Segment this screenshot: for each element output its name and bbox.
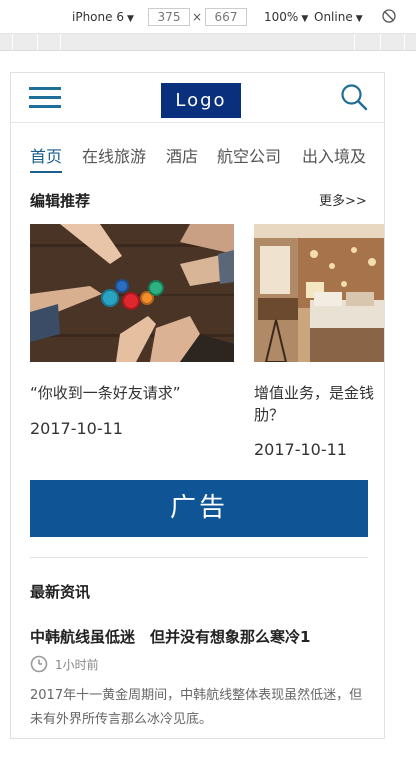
card-title[interactable]: 增值业务，是金钱 肋？ (254, 382, 384, 426)
tab-entry-exit[interactable]: 出入境及 (302, 143, 366, 167)
news-time: 1小时前 (55, 658, 99, 672)
ruler-tick (12, 34, 13, 50)
network-select[interactable]: Online ▼ (314, 10, 363, 24)
menu-icon[interactable] (29, 87, 61, 109)
network-value: Online (314, 10, 353, 24)
ruler-tick (354, 34, 355, 50)
clock-icon (30, 655, 48, 673)
device-name: iPhone 6 (72, 10, 124, 24)
search-icon[interactable] (340, 83, 368, 111)
ruler-tick (37, 34, 38, 50)
phone-viewport: Logo 首页 在线旅游 酒店 航空公司 出入境及 编辑推荐 更多>> “你收到… (10, 72, 385, 739)
card-image[interactable] (254, 224, 384, 362)
card-image[interactable] (30, 224, 234, 362)
site-header: Logo (11, 73, 384, 123)
rotate-icon[interactable] (382, 9, 396, 23)
ruler-tick (380, 34, 381, 50)
category-tabs: 首页 在线旅游 酒店 航空公司 出入境及 (11, 123, 384, 175)
tab-hotel[interactable]: 酒店 (166, 143, 198, 167)
tab-online-travel[interactable]: 在线旅游 (82, 143, 146, 167)
chevron-down-icon: ▼ (355, 14, 363, 24)
device-select[interactable]: iPhone 6 ▼ (72, 10, 134, 24)
section-title: 最新资讯 (30, 583, 91, 601)
news-summary: 2017年十一黄金周期间，中韩航线整体表现虽然低迷，但未有外界所传言那么冰冷见底… (30, 688, 363, 727)
ruler-tick (404, 34, 405, 50)
card-title[interactable]: “你收到一条好友请求” (30, 382, 234, 404)
tab-home[interactable]: 首页 (30, 143, 62, 167)
card-title-line: 肋？ (254, 406, 285, 424)
active-tab-indicator (30, 171, 62, 173)
tab-airline[interactable]: 航空公司 (217, 143, 281, 167)
card-date: 2017-10-11 (30, 419, 123, 438)
logo[interactable]: Logo (161, 83, 241, 118)
dimension-separator: × (192, 10, 203, 24)
divider (30, 557, 368, 558)
ruler-tick (60, 34, 61, 50)
news-title[interactable]: 中韩航线虽低迷 但并没有想象那么寒冷1 (30, 626, 310, 647)
zoom-value: 100% (264, 10, 299, 24)
chevron-down-icon: ▼ (126, 14, 134, 24)
section-title: 编辑推荐 (30, 192, 91, 210)
card-date: 2017-10-11 (254, 440, 347, 459)
more-link[interactable]: 更多>> (319, 190, 367, 209)
devtools-toolbar: iPhone 6 ▼ 375 × 667 100% ▼ Online ▼ (0, 0, 416, 34)
width-input[interactable]: 375 (148, 8, 190, 26)
height-input[interactable]: 667 (205, 8, 247, 26)
chevron-down-icon: ▼ (301, 14, 309, 24)
card-title-line: 增值业务，是金钱 (254, 384, 375, 402)
zoom-select[interactable]: 100% ▼ (264, 10, 308, 24)
ad-banner[interactable]: 广告 (30, 480, 368, 537)
